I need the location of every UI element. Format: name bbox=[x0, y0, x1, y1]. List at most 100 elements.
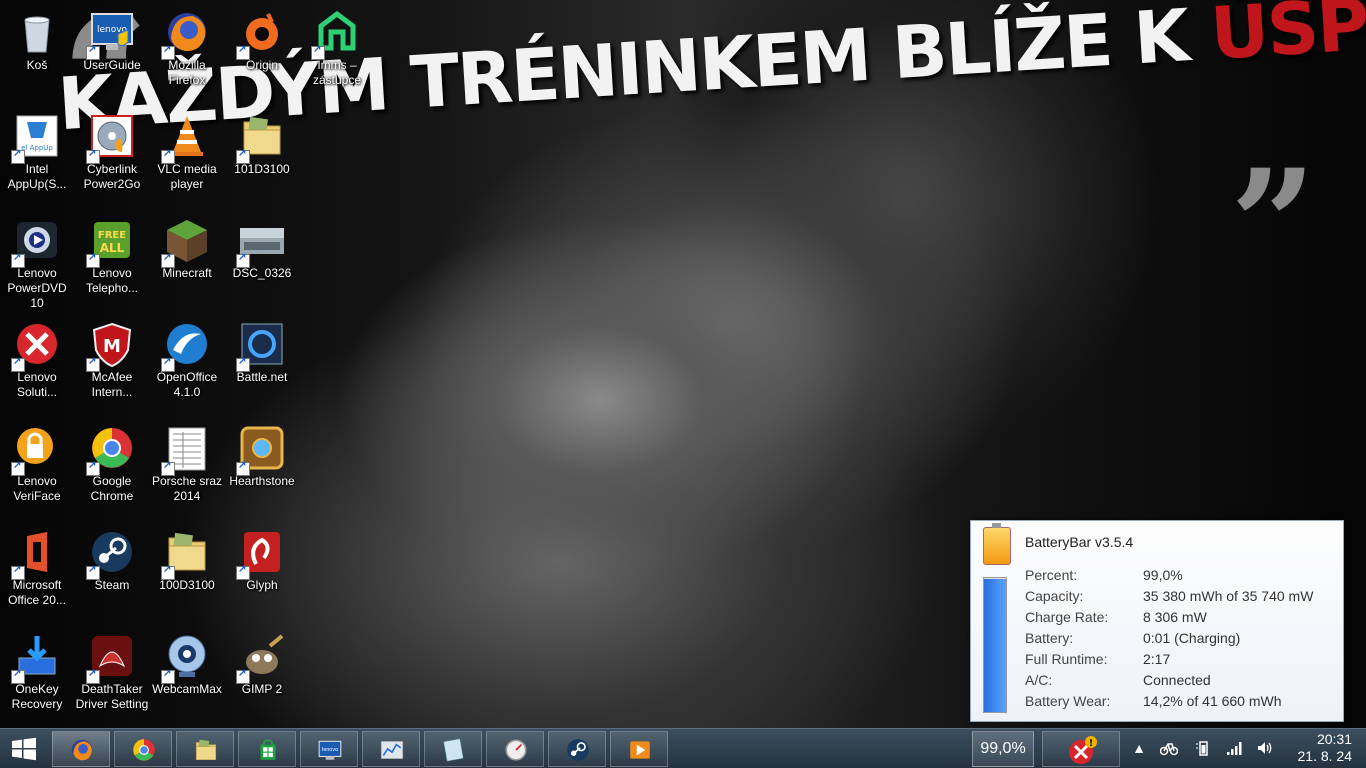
taskbar-item-file-explorer[interactable] bbox=[176, 731, 234, 767]
power-plug-tray-icon[interactable] bbox=[1194, 739, 1212, 757]
taskbar-item-notes[interactable] bbox=[424, 731, 482, 767]
desktop-icon-gimp[interactable]: GIMP 2 bbox=[224, 632, 300, 697]
clock-date: 21. 8. 24 bbox=[1297, 748, 1353, 764]
desktop-icon-label: Porsche sraz 2014 bbox=[151, 474, 223, 503]
network-signal-icon[interactable] bbox=[1226, 739, 1244, 757]
gimp-icon bbox=[236, 632, 286, 684]
office-icon bbox=[11, 528, 61, 580]
desktop-icon-label: Koš bbox=[26, 58, 48, 72]
shortcut-arrow-icon bbox=[236, 148, 250, 164]
svg-text:M: M bbox=[103, 336, 121, 357]
folder-icon bbox=[193, 737, 219, 763]
battery-bar-taskbar[interactable]: 99,0% bbox=[972, 731, 1034, 767]
taskbar-item-steam[interactable] bbox=[548, 731, 606, 767]
system-clock[interactable]: 20:31 21. 8. 24 bbox=[1292, 731, 1353, 765]
shortcut-arrow-icon bbox=[11, 564, 25, 580]
shortcut-arrow-icon bbox=[311, 44, 325, 60]
chrome-icon bbox=[86, 424, 136, 476]
notes-icon bbox=[441, 737, 467, 763]
photo-icon bbox=[236, 216, 286, 268]
volume-icon[interactable] bbox=[1256, 739, 1274, 757]
desktop-icon-label: McAfee Intern... bbox=[91, 370, 133, 399]
intel-appup-icon: el AppUp bbox=[11, 112, 61, 164]
desktop-icon-label: Glyph bbox=[246, 578, 278, 592]
steam-icon bbox=[565, 737, 591, 763]
taskbar-item-lenovo[interactable]: lenovo bbox=[300, 731, 358, 767]
desktop-icon-vlc[interactable]: VLC media player bbox=[149, 112, 225, 192]
chart-window-icon bbox=[379, 737, 405, 763]
battery-info-key: Battery: bbox=[1025, 630, 1074, 646]
taskbar-item-chrome[interactable] bbox=[114, 731, 172, 767]
taskbar-item-media[interactable] bbox=[610, 731, 668, 767]
shortcut-arrow-icon bbox=[86, 668, 100, 684]
desktop-icon-label: UserGuide bbox=[83, 58, 141, 72]
desktop-icon-veriface[interactable]: Lenovo VeriFace bbox=[0, 424, 75, 504]
taskbar-item-speedometer[interactable] bbox=[486, 731, 544, 767]
onekey-recovery-icon bbox=[11, 632, 61, 684]
desktop-icon-webcammax[interactable]: WebcamMax bbox=[149, 632, 225, 697]
desktop-icon-chrome[interactable]: Google Chrome bbox=[74, 424, 150, 504]
shortcut-arrow-icon bbox=[236, 564, 250, 580]
shortcut-arrow-icon bbox=[161, 356, 175, 372]
notification-app-button[interactable]: ! bbox=[1042, 731, 1120, 767]
desktop-icon-intel-appup[interactable]: el AppUp Intel AppUp(S... bbox=[0, 112, 75, 192]
desktop-icon-recycle-bin[interactable]: Koš bbox=[0, 8, 75, 73]
desktop-icon-folder[interactable]: 100D3100 bbox=[149, 528, 225, 593]
shortcut-arrow-icon bbox=[161, 564, 175, 580]
battery-info-key: Charge Rate: bbox=[1025, 609, 1109, 625]
desktop-icon-label: Origin bbox=[245, 58, 278, 72]
desktop-icon-lenovo-telephony[interactable]: FREEALLLenovo Telepho... bbox=[74, 216, 150, 296]
desktop-icon-firefox[interactable]: Mozilla Firefox bbox=[149, 8, 225, 88]
shortcut-arrow-icon bbox=[236, 252, 250, 268]
desktop-icon-office[interactable]: Microsoft Office 20... bbox=[0, 528, 75, 608]
shortcut-arrow-icon bbox=[236, 668, 250, 684]
lenovo-solutions-icon bbox=[11, 320, 61, 372]
taskbar-item-firefox[interactable] bbox=[52, 731, 110, 767]
desktop-icon-glyph[interactable]: Glyph bbox=[224, 528, 300, 593]
desktop-icon-openoffice[interactable]: OpenOffice 4.1.0 bbox=[149, 320, 225, 400]
desktop-icon-battlenet[interactable]: Battle.net bbox=[224, 320, 300, 385]
show-hidden-icons-chevron-icon[interactable]: ▲ bbox=[1130, 739, 1148, 757]
recycle-bin-icon bbox=[13, 8, 61, 56]
shortcut-arrow-icon bbox=[86, 148, 100, 164]
glyph-icon bbox=[236, 528, 286, 580]
desktop-icon-mcafee[interactable]: M McAfee Intern... bbox=[74, 320, 150, 400]
desktop-icon-folder[interactable]: 101D3100 bbox=[224, 112, 300, 177]
desktop-icon-hearthstone[interactable]: Hearthstone bbox=[224, 424, 300, 489]
battery-info-row: Full Runtime: 2:17 bbox=[1025, 649, 1313, 670]
openoffice-icon bbox=[161, 320, 211, 372]
battery-info-value: 8 306 mW bbox=[1143, 609, 1207, 625]
shortcut-arrow-icon bbox=[11, 252, 25, 268]
desktop-icon-spreadsheet[interactable]: Porsche sraz 2014 bbox=[149, 424, 225, 504]
desktop-icon-label: OneKey Recovery bbox=[11, 682, 63, 711]
desktop-icon-onekey-recovery[interactable]: OneKey Recovery bbox=[0, 632, 75, 712]
battery-info-row: Percent: 99,0% bbox=[1025, 565, 1313, 586]
taskbar-item-performance-monitor[interactable] bbox=[362, 731, 420, 767]
shortcut-arrow-icon bbox=[11, 668, 25, 684]
desktop-icon-deathtaker[interactable]: DeathTaker Driver Setting bbox=[74, 632, 150, 712]
desktop-icon-lenovo-solutions[interactable]: Lenovo Soluti... bbox=[0, 320, 75, 400]
battery-info-value: 14,2% of 41 660 mWh bbox=[1143, 693, 1282, 709]
desktop-icon-powerdvd[interactable]: Lenovo PowerDVD 10 bbox=[0, 216, 75, 311]
desktop-icon-lenovo-userguide[interactable]: lenovoUserGuide bbox=[74, 8, 150, 73]
desktop-icon-origin[interactable]: Origin bbox=[224, 8, 300, 73]
desktop-icon-minecraft[interactable]: Minecraft bbox=[149, 216, 225, 281]
desktop-icon-photo[interactable]: DSC_0326 bbox=[224, 216, 300, 281]
lenovo-monitor-icon: lenovo bbox=[317, 737, 343, 763]
windows-logo-icon bbox=[12, 737, 36, 761]
headline-red-text: ÚSPĚCHU bbox=[1208, 0, 1366, 76]
taskbar-item-store[interactable] bbox=[238, 731, 296, 767]
svg-text:FREE: FREE bbox=[98, 230, 126, 241]
start-button[interactable] bbox=[8, 737, 40, 761]
chrome-icon bbox=[131, 737, 157, 763]
shortcut-arrow-icon bbox=[11, 356, 25, 372]
desktop-icon-label: DSC_0326 bbox=[232, 266, 292, 280]
shortcut-arrow-icon bbox=[86, 460, 100, 476]
desktop-icon-power2go[interactable]: Cyberlink Power2Go bbox=[74, 112, 150, 192]
battery-info-row: A/C: Connected bbox=[1025, 670, 1313, 691]
battlenet-icon bbox=[236, 320, 286, 372]
desktop-icon-steam[interactable]: Steam bbox=[74, 528, 150, 593]
folder-icon bbox=[161, 528, 211, 580]
desktop-icon-imms[interactable]: Imms – zástupce bbox=[299, 8, 375, 88]
bike-tray-icon[interactable] bbox=[1159, 739, 1179, 757]
